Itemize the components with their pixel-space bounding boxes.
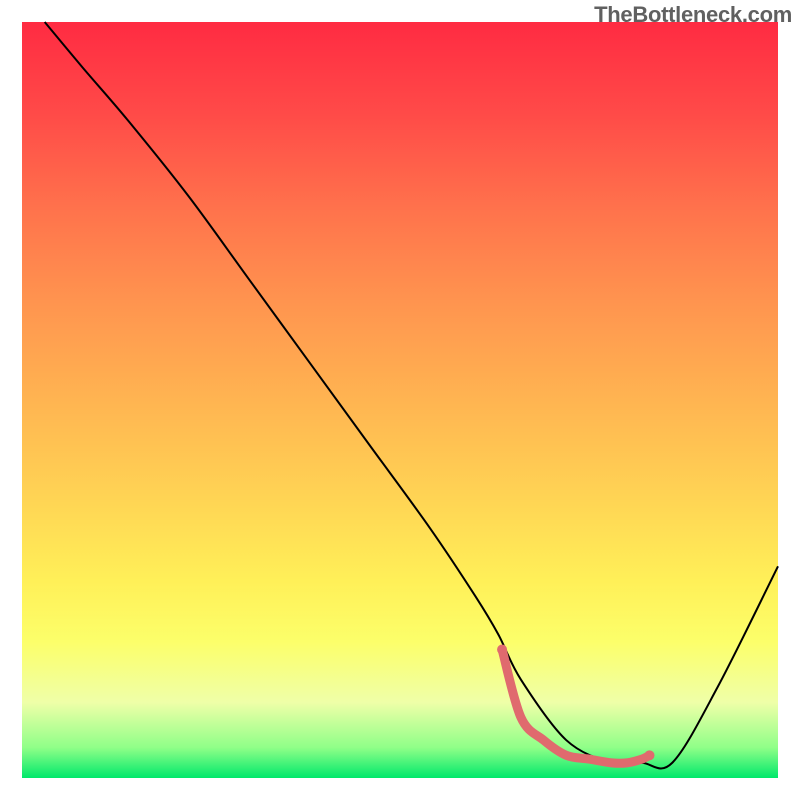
optimal-marker-end-dot (644, 750, 654, 760)
chart-plot-area (22, 22, 778, 778)
chart-svg (22, 22, 778, 778)
optimal-marker-start-dot (497, 644, 507, 654)
watermark-label: TheBottleneck.com (594, 2, 792, 28)
bottleneck-curve-path (45, 22, 778, 768)
optimal-marker-path (502, 649, 649, 763)
chart-container: TheBottleneck.com (0, 0, 800, 800)
